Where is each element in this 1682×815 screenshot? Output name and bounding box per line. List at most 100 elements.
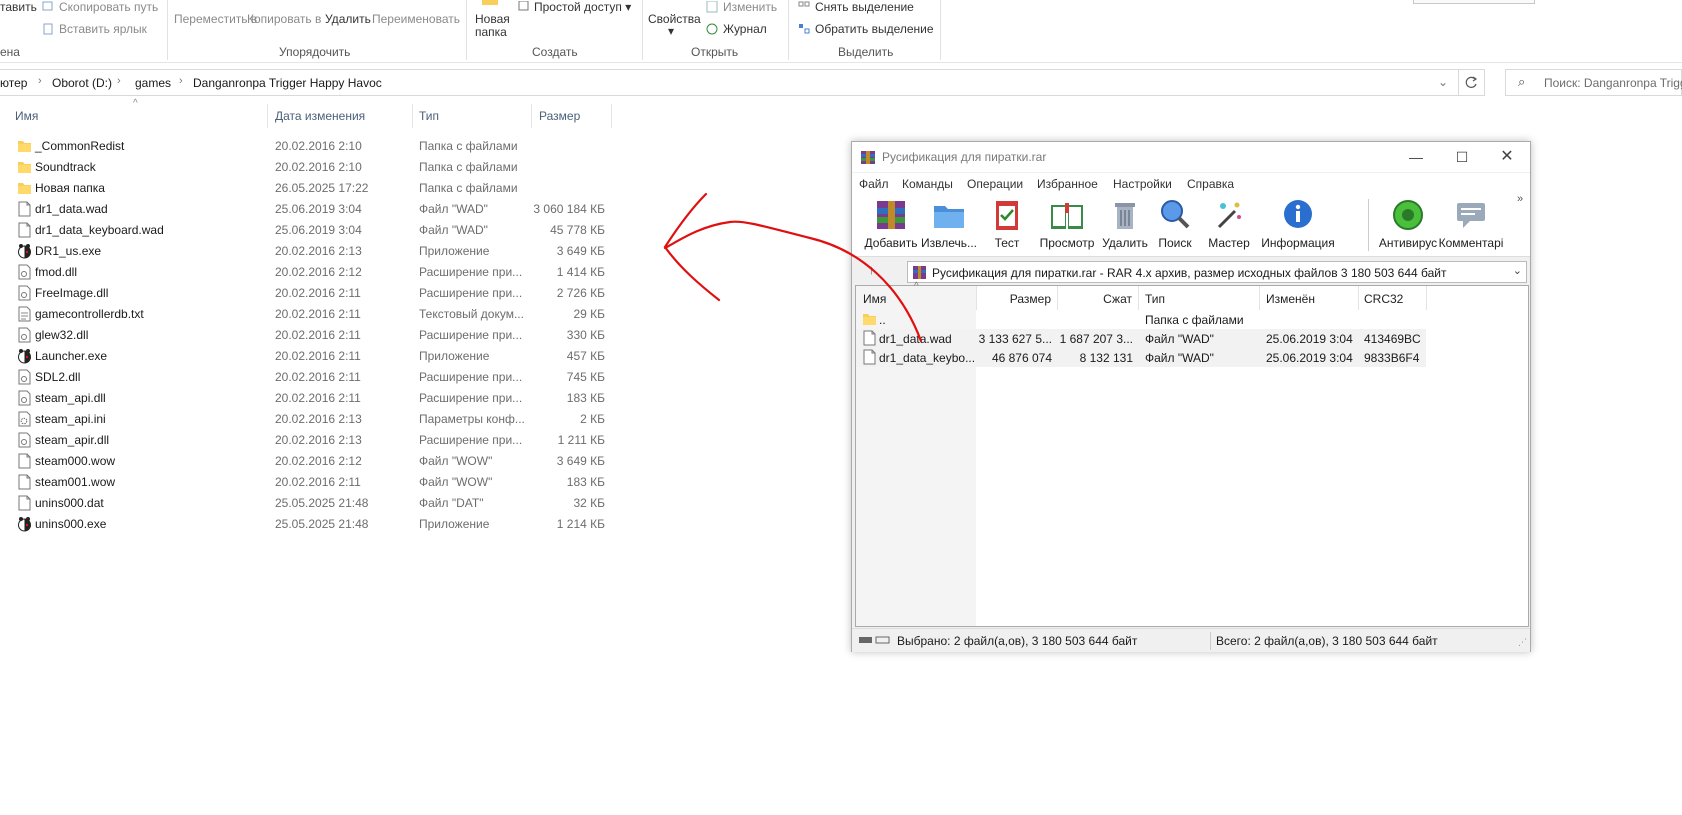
archive-file-modified: 25.06.2019 3:04: [1266, 351, 1353, 365]
file-icon: [17, 453, 32, 469]
file-row[interactable]: Launcher.exe 20.02.2016 2:11 Приложение 457…: [0, 345, 620, 366]
close-button[interactable]: ✕: [1484, 142, 1530, 172]
exe-icon: [17, 348, 32, 364]
breadcrumb-games[interactable]: games: [135, 76, 171, 90]
rar-column-name[interactable]: Имя ^: [856, 281, 977, 310]
resize-grip-icon[interactable]: ⋰: [1518, 637, 1527, 648]
file-row[interactable]: steam000.wow 20.02.2016 2:12 Файл "WOW" 3 6…: [0, 450, 620, 471]
breadcrumb-computer[interactable]: ютер: [0, 76, 27, 90]
test-button[interactable]: Тест: [977, 197, 1037, 250]
rename-button[interactable]: Переименовать: [372, 12, 460, 26]
copy-to-button[interactable]: Копировать в: [247, 12, 321, 26]
refresh-button[interactable]: [1458, 69, 1485, 96]
column-header-type[interactable]: Тип: [419, 109, 439, 123]
add-button[interactable]: Добавить: [861, 197, 921, 250]
dll-icon: [17, 327, 32, 343]
file-row[interactable]: DR1_us.exe 20.02.2016 2:13 Приложение 3 649…: [0, 240, 620, 261]
address-history-dropdown-icon[interactable]: ⌄: [1438, 75, 1448, 89]
refresh-icon: [1465, 76, 1478, 88]
chevron-down-icon[interactable]: ⌄: [1513, 264, 1522, 277]
new-folder-button-line2[interactable]: папка: [475, 25, 507, 39]
delete-button[interactable]: Удалить: [325, 12, 371, 26]
address-bar[interactable]: ютер › Oborot (D:) › games › Danganronpa…: [0, 69, 1484, 96]
maximize-button[interactable]: ☐: [1439, 142, 1485, 172]
paste-shortcut-button[interactable]: Вставить ярлык: [42, 22, 147, 36]
file-row[interactable]: glew32.dll 20.02.2016 2:11 Расширение при.…: [0, 324, 620, 345]
file-row[interactable]: SDL2.dll 20.02.2016 2:11 Расширение при...…: [0, 366, 620, 387]
ini-icon: [17, 411, 32, 427]
info-button[interactable]: Информация: [1258, 197, 1338, 250]
file-row[interactable]: unins000.exe 25.05.2025 21:48 Приложение 1 …: [0, 513, 620, 534]
paste-button[interactable]: тавить: [0, 0, 37, 14]
exe-icon: [17, 516, 32, 532]
new-folder-button[interactable]: Новая: [475, 12, 510, 26]
file-row[interactable]: fmod.dll 20.02.2016 2:12 Расширение при...…: [0, 261, 620, 282]
archive-path-combo[interactable]: Русификация для пиратки.rar - RAR 4.x ар…: [907, 261, 1527, 283]
winrar-title-bar[interactable]: Русификация для пиратки.rar — ☐ ✕: [852, 142, 1530, 172]
chevron-right-icon: ›: [38, 75, 42, 87]
edit-button[interactable]: Изменить: [706, 0, 777, 14]
column-header-date[interactable]: Дата изменения: [275, 109, 365, 123]
file-row[interactable]: steam001.wow 20.02.2016 2:11 Файл "WOW" 183…: [0, 471, 620, 492]
file-row[interactable]: _CommonRedist 20.02.2016 2:10 Папка с файл…: [0, 135, 620, 156]
column-header-name[interactable]: Имя: [15, 109, 38, 123]
file-row[interactable]: steam_api.dll 20.02.2016 2:11 Расширение п…: [0, 387, 620, 408]
history-button[interactable]: Журнал: [706, 22, 767, 36]
rar-column-modified[interactable]: Изменён: [1260, 286, 1359, 310]
copy-path-button[interactable]: Скопировать путь: [42, 0, 158, 14]
file-row[interactable]: unins000.dat 25.05.2025 21:48 Файл "DAT" 32…: [0, 492, 620, 513]
archive-row[interactable]: .. Папка с файлами: [856, 310, 1426, 329]
file-row[interactable]: dr1_data.wad 25.06.2019 3:04 Файл "WAD" 3 0…: [0, 198, 620, 219]
file-row[interactable]: FreeImage.dll 20.02.2016 2:11 Расширение п…: [0, 282, 620, 303]
menu-operations[interactable]: Операции: [967, 177, 1023, 191]
extract-button[interactable]: Извлечь...: [919, 197, 979, 250]
view-button[interactable]: Просмотр: [1037, 197, 1097, 250]
invert-selection-button[interactable]: Обратить выделение: [798, 22, 934, 36]
file-type: Приложение: [419, 517, 490, 531]
menu-help[interactable]: Справка: [1187, 177, 1234, 191]
properties-button[interactable]: Свойства: [648, 12, 701, 26]
file-type: Файл "WAD": [419, 202, 488, 216]
comment-button[interactable]: Комментарі: [1438, 197, 1504, 250]
menu-commands[interactable]: Команды: [902, 177, 953, 191]
file-date: 20.02.2016 2:11: [275, 286, 361, 300]
file-row[interactable]: Soundtrack 20.02.2016 2:10 Папка с файлами: [0, 156, 620, 177]
find-button[interactable]: Поиск: [1145, 197, 1205, 250]
toolbar-overflow-icon[interactable]: »: [1517, 193, 1523, 205]
file-row[interactable]: steam_apir.dll 20.02.2016 2:13 Расширение …: [0, 429, 620, 450]
rar-column-packed[interactable]: Сжат: [1058, 286, 1139, 310]
file-size: 3 649 КБ: [556, 244, 605, 258]
menu-file[interactable]: Файл: [859, 177, 889, 191]
menu-settings[interactable]: Настройки: [1113, 177, 1172, 191]
search-box[interactable]: ⌕ Поиск: Danganronpa Trigg: [1505, 69, 1682, 96]
file-date: 20.02.2016 2:11: [275, 391, 361, 405]
select-none-button[interactable]: Снять выделение: [798, 0, 914, 14]
column-header-size[interactable]: Размер: [539, 109, 580, 123]
file-size: 29 КБ: [573, 307, 605, 321]
easy-access-button[interactable]: Простой доступ ▾: [517, 0, 631, 14]
file-size: 457 КБ: [566, 349, 605, 363]
breadcrumb-current-folder[interactable]: Danganronpa Trigger Happy Havoc: [193, 76, 382, 90]
rar-column-crc[interactable]: CRC32: [1359, 286, 1427, 310]
antivirus-button[interactable]: Антивирус: [1378, 197, 1438, 250]
up-arrow-icon[interactable]: ↑: [868, 262, 875, 277]
file-name: steam_api.ini: [35, 412, 106, 426]
file-row[interactable]: Новая папка 26.05.2025 17:22 Папка с файла…: [0, 177, 620, 198]
minimize-button[interactable]: —: [1393, 142, 1439, 172]
rar-column-type[interactable]: Тип: [1139, 286, 1260, 310]
breadcrumb-drive[interactable]: Oborot (D:): [52, 76, 112, 90]
archive-row[interactable]: dr1_data.wad 3 133 627 5... 1 687 207 3...…: [856, 329, 1426, 348]
file-size: 2 КБ: [580, 412, 605, 426]
file-type: Папка с файлами: [419, 139, 518, 153]
rar-column-size[interactable]: Размер: [977, 286, 1058, 310]
search-input[interactable]: Поиск: Danganronpa Trigg: [1544, 76, 1682, 90]
properties-dropdown-icon[interactable]: ▾: [668, 24, 674, 38]
file-row[interactable]: dr1_data_keyboard.wad 25.06.2019 3:04 Файл…: [0, 219, 620, 240]
wizard-button[interactable]: Мастер: [1199, 197, 1259, 250]
status-selected: Выбрано: 2 файл(а,ов), 3 180 503 644 бай…: [897, 634, 1138, 648]
file-row[interactable]: gamecontrollerdb.txt 20.02.2016 2:11 Текст…: [0, 303, 620, 324]
move-to-button[interactable]: Переместить в: [174, 12, 257, 26]
file-row[interactable]: steam_api.ini 20.02.2016 2:13 Параметры ко…: [0, 408, 620, 429]
archive-row[interactable]: dr1_data_keybo... 46 876 074 8 132 131 Файл…: [856, 348, 1426, 367]
menu-favorites[interactable]: Избранное: [1037, 177, 1098, 191]
